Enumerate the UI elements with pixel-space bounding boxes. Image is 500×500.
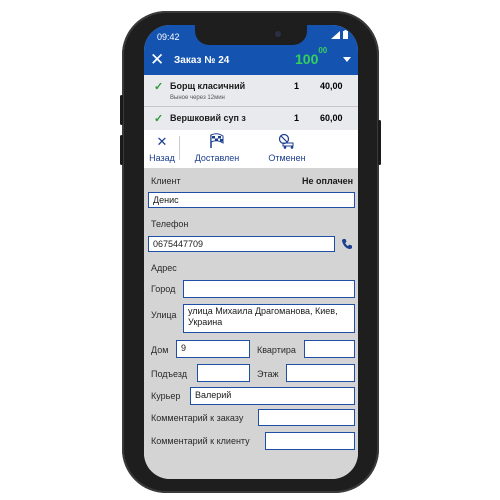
apartment-field[interactable] [304, 340, 355, 358]
order-item[interactable]: ✓ Вершковий суп з 1 60,00 [144, 107, 358, 130]
x-icon: ✕ [156, 134, 168, 149]
house-label: Дом [151, 345, 169, 355]
client-name-field[interactable]: Денис [148, 192, 355, 208]
toolbar-divider [179, 136, 180, 160]
city-field[interactable] [183, 280, 355, 298]
floor-field[interactable] [286, 364, 355, 382]
order-title: Заказ № 24 [174, 55, 230, 66]
order-comment-field[interactable] [258, 409, 355, 426]
item-qty: 1 [294, 81, 300, 91]
side-button [378, 120, 381, 165]
phone-icon[interactable] [341, 237, 353, 255]
total-main: 100 [295, 51, 319, 67]
side-button [120, 135, 123, 165]
item-qty: 1 [294, 113, 300, 123]
camera-icon [275, 31, 281, 37]
cancel-delivery-icon [262, 133, 312, 151]
order-comment-label: Комментарий к заказу [151, 413, 244, 423]
check-icon: ✓ [154, 81, 164, 93]
client-comment-label: Комментарий к клиенту [151, 436, 250, 446]
floor-label: Этаж [257, 369, 279, 379]
cancelled-label: Отменен [268, 153, 306, 163]
checkered-flag-icon [188, 133, 246, 151]
item-price: 60,00 [320, 113, 343, 123]
order-item[interactable]: ✓ Борщ класичний 1 40,00 Выное через 12м… [144, 75, 358, 105]
side-button [120, 95, 123, 125]
house-field[interactable]: 9 [176, 340, 250, 358]
close-icon[interactable]: ✕ [150, 50, 164, 70]
courier-field[interactable]: Валерий [190, 387, 355, 405]
street-field[interactable]: улица Михаила Драгоманова, Киев, Украина [183, 304, 355, 333]
total-cents: 00 [318, 46, 328, 56]
status-icons [331, 30, 348, 39]
action-toolbar: ✕ Назад Доставлен Отменен [144, 130, 358, 168]
battery-icon [343, 30, 348, 39]
client-comment-field[interactable] [265, 432, 355, 450]
item-name: Борщ класичний [170, 81, 246, 91]
status-time: 09:42 [157, 32, 180, 42]
back-button[interactable]: ✕ Назад [144, 130, 180, 168]
phone-label: Телефон [151, 219, 189, 229]
entrance-label: Подъезд [151, 369, 187, 379]
street-label: Улица [151, 310, 177, 320]
phone-field[interactable]: 0675447709 [148, 236, 335, 252]
city-label: Город [151, 284, 176, 294]
item-name: Вершковий суп з [170, 113, 246, 123]
client-label: Клиент [151, 176, 181, 186]
order-total: 10000 [295, 46, 327, 67]
address-label: Адрес [151, 263, 177, 273]
check-icon: ✓ [154, 113, 164, 125]
back-label: Назад [149, 153, 175, 163]
payment-status: Не оплачен [302, 176, 354, 186]
chevron-down-icon[interactable] [343, 57, 351, 62]
signal-icon [331, 30, 340, 39]
app-bar: ✕ Заказ № 24 10000 [144, 46, 358, 75]
notch [195, 25, 307, 45]
delivered-label: Доставлен [194, 153, 240, 163]
item-note: Выное через 12мин [170, 95, 225, 101]
courier-label: Курьер [151, 391, 181, 401]
apartment-label: Квартира [257, 345, 296, 355]
order-items-list: ✓ Борщ класичний 1 40,00 Выное через 12м… [144, 75, 358, 130]
cancelled-button[interactable]: Отменен [262, 130, 312, 168]
item-price: 40,00 [320, 81, 343, 91]
delivered-button[interactable]: Доставлен [188, 130, 246, 168]
entrance-field[interactable] [197, 364, 250, 382]
